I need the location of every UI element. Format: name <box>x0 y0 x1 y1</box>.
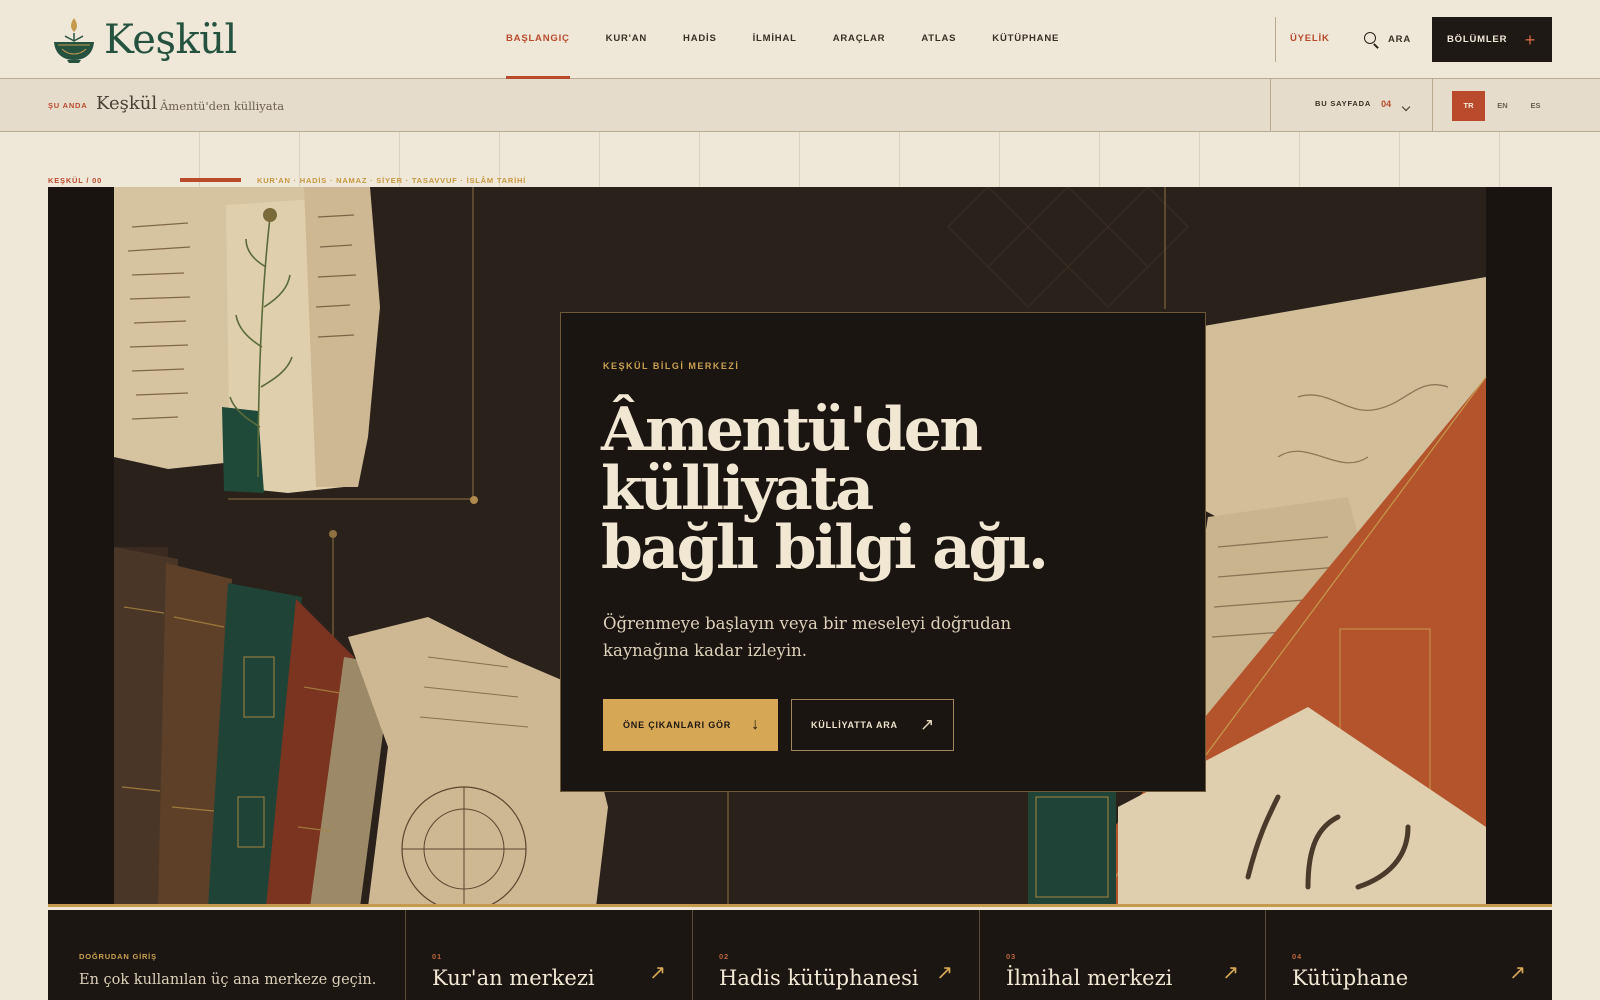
search-corpus-label: KÜLLİYATTA ARA <box>811 720 898 730</box>
hub-card-number: 02 <box>719 952 729 961</box>
hero-title-line: bağlı bilgi ağı. <box>601 513 1049 583</box>
context-divider <box>1432 79 1433 132</box>
direct-entry-section: DOĞRUDAN GİRİŞ En çok kullanılan üç ana … <box>48 910 1552 1000</box>
hero-title: Âmentü'den külliyata bağlı bilgi ağı. <box>601 395 1181 583</box>
context-subtitle: Âmentü'den külliyata <box>160 99 285 113</box>
grid-line <box>1399 132 1400 187</box>
hub-card-number: 04 <box>1292 952 1302 961</box>
hub-card-title: Kur'an merkezi <box>432 966 595 990</box>
site-header: Keşkül BAŞLANGIÇ KUR'AN HADİS İLMİHAL AR… <box>0 0 1600 80</box>
on-page-count: 04 <box>1381 99 1392 109</box>
arrow-up-right-icon: ↗ <box>649 962 666 984</box>
direct-entry-text: En çok kullanılan üç ana merkeze geçin. <box>79 972 377 988</box>
lang-es[interactable]: ES <box>1519 91 1552 121</box>
hero-card: KEŞKÜL BİLGİ MERKEZİ Âmentü'den külliyat… <box>560 312 1206 792</box>
grid-line <box>699 132 700 187</box>
search-corpus-button[interactable]: KÜLLİYATTA ARA ↗ <box>791 699 954 751</box>
grid-line <box>799 132 800 187</box>
arrow-up-right-icon: ↗ <box>919 715 935 734</box>
membership-link[interactable]: ÜYELİK <box>1290 0 1330 78</box>
grid-line <box>1099 132 1100 187</box>
hero-lead: Öğrenmeye başlayın veya bir meseleyi doğ… <box>603 614 1012 660</box>
grid-line <box>599 132 600 187</box>
arrow-up-right-icon: ↗ <box>936 962 953 984</box>
sections-button[interactable]: BÖLÜMLER + <box>1432 17 1552 62</box>
on-page-dropdown[interactable]: BU SAYFADA 04 <box>1315 79 1411 129</box>
lang-en[interactable]: EN <box>1486 91 1519 121</box>
section-index-label: KEŞKÜL / 00 <box>48 176 103 185</box>
arrow-down-icon: ↓ <box>751 716 760 733</box>
topic-list: KUR'AN · HADİS · NAMAZ · SİYER · TASAVVU… <box>257 176 527 185</box>
arrow-up-right-icon: ↗ <box>1509 962 1526 984</box>
arrow-up-right-icon: ↗ <box>1222 962 1239 984</box>
hub-card-title: Hadis kütüphanesi <box>719 966 919 990</box>
hero-section: KEŞKÜL BİLGİ MERKEZİ Âmentü'den külliyat… <box>48 187 1552 907</box>
hero-title-line: Âmentü'den <box>601 395 983 465</box>
sections-label: BÖLÜMLER <box>1447 34 1508 45</box>
hub-card-number: 01 <box>432 952 442 961</box>
context-divider <box>1270 79 1271 132</box>
brand-name: Keşkül <box>104 17 237 63</box>
grid-line <box>999 132 1000 187</box>
search-label: ARA <box>1388 34 1411 45</box>
grid-line <box>899 132 900 187</box>
on-page-label: BU SAYFADA <box>1315 99 1372 108</box>
hub-card-kuran[interactable]: 01 Kur'an merkezi ↗ <box>405 910 692 1000</box>
header-divider <box>1275 17 1276 62</box>
search-button[interactable]: ARA <box>1363 0 1411 79</box>
context-bar: ŞU ANDA Keşkül Âmentü'den külliyata BU S… <box>0 79 1600 132</box>
brand-logo[interactable]: Keşkül <box>50 13 237 67</box>
context-title: Keşkül <box>96 93 158 114</box>
chevron-down-icon <box>1401 102 1411 112</box>
hub-card-title: İlmihal merkezi <box>1006 966 1173 990</box>
nav-item-kutuphane[interactable]: KÜTÜPHANE <box>992 0 1059 79</box>
nav-item-baslangic[interactable]: BAŞLANGIÇ <box>506 0 570 80</box>
featured-button[interactable]: ÖNE ÇIKANLARI GÖR ↓ <box>603 699 778 751</box>
hub-card-title: Kütüphane <box>1292 966 1409 990</box>
direct-entry-kicker: DOĞRUDAN GİRİŞ <box>79 952 157 961</box>
main-nav: BAŞLANGIÇ KUR'AN HADİS İLMİHAL ARAÇLAR A… <box>488 0 1077 80</box>
hub-card-hadis[interactable]: 02 Hadis kütüphanesi ↗ <box>692 910 979 1000</box>
nav-item-ilmihal[interactable]: İLMİHAL <box>753 0 797 79</box>
hub-card-number: 03 <box>1006 952 1016 961</box>
section-index-bar <box>180 178 241 182</box>
nav-item-hadis[interactable]: HADİS <box>683 0 717 79</box>
hub-card-kutuphane[interactable]: 04 Kütüphane ↗ <box>1265 910 1552 1000</box>
hub-card-ilmihal[interactable]: 03 İlmihal merkezi ↗ <box>979 910 1265 1000</box>
grid-line <box>1499 132 1500 187</box>
search-icon <box>1363 31 1381 49</box>
plus-icon: + <box>1524 29 1536 50</box>
nav-item-araclar[interactable]: ARAÇLAR <box>833 0 886 79</box>
grid-line <box>1299 132 1300 187</box>
grid-line <box>1199 132 1200 187</box>
hero-kicker: KEŞKÜL BİLGİ MERKEZİ <box>603 361 740 371</box>
now-label: ŞU ANDA <box>48 101 88 110</box>
hero-title-line: külliyata <box>601 454 874 524</box>
nav-item-kuran[interactable]: KUR'AN <box>606 0 647 79</box>
lang-tr[interactable]: TR <box>1452 91 1485 121</box>
nav-item-atlas[interactable]: ATLAS <box>921 0 956 79</box>
featured-button-label: ÖNE ÇIKANLARI GÖR <box>623 720 732 730</box>
direct-entry-intro: DOĞRUDAN GİRİŞ En çok kullanılan üç ana … <box>48 910 405 1000</box>
bowl-logo-icon <box>54 18 94 63</box>
